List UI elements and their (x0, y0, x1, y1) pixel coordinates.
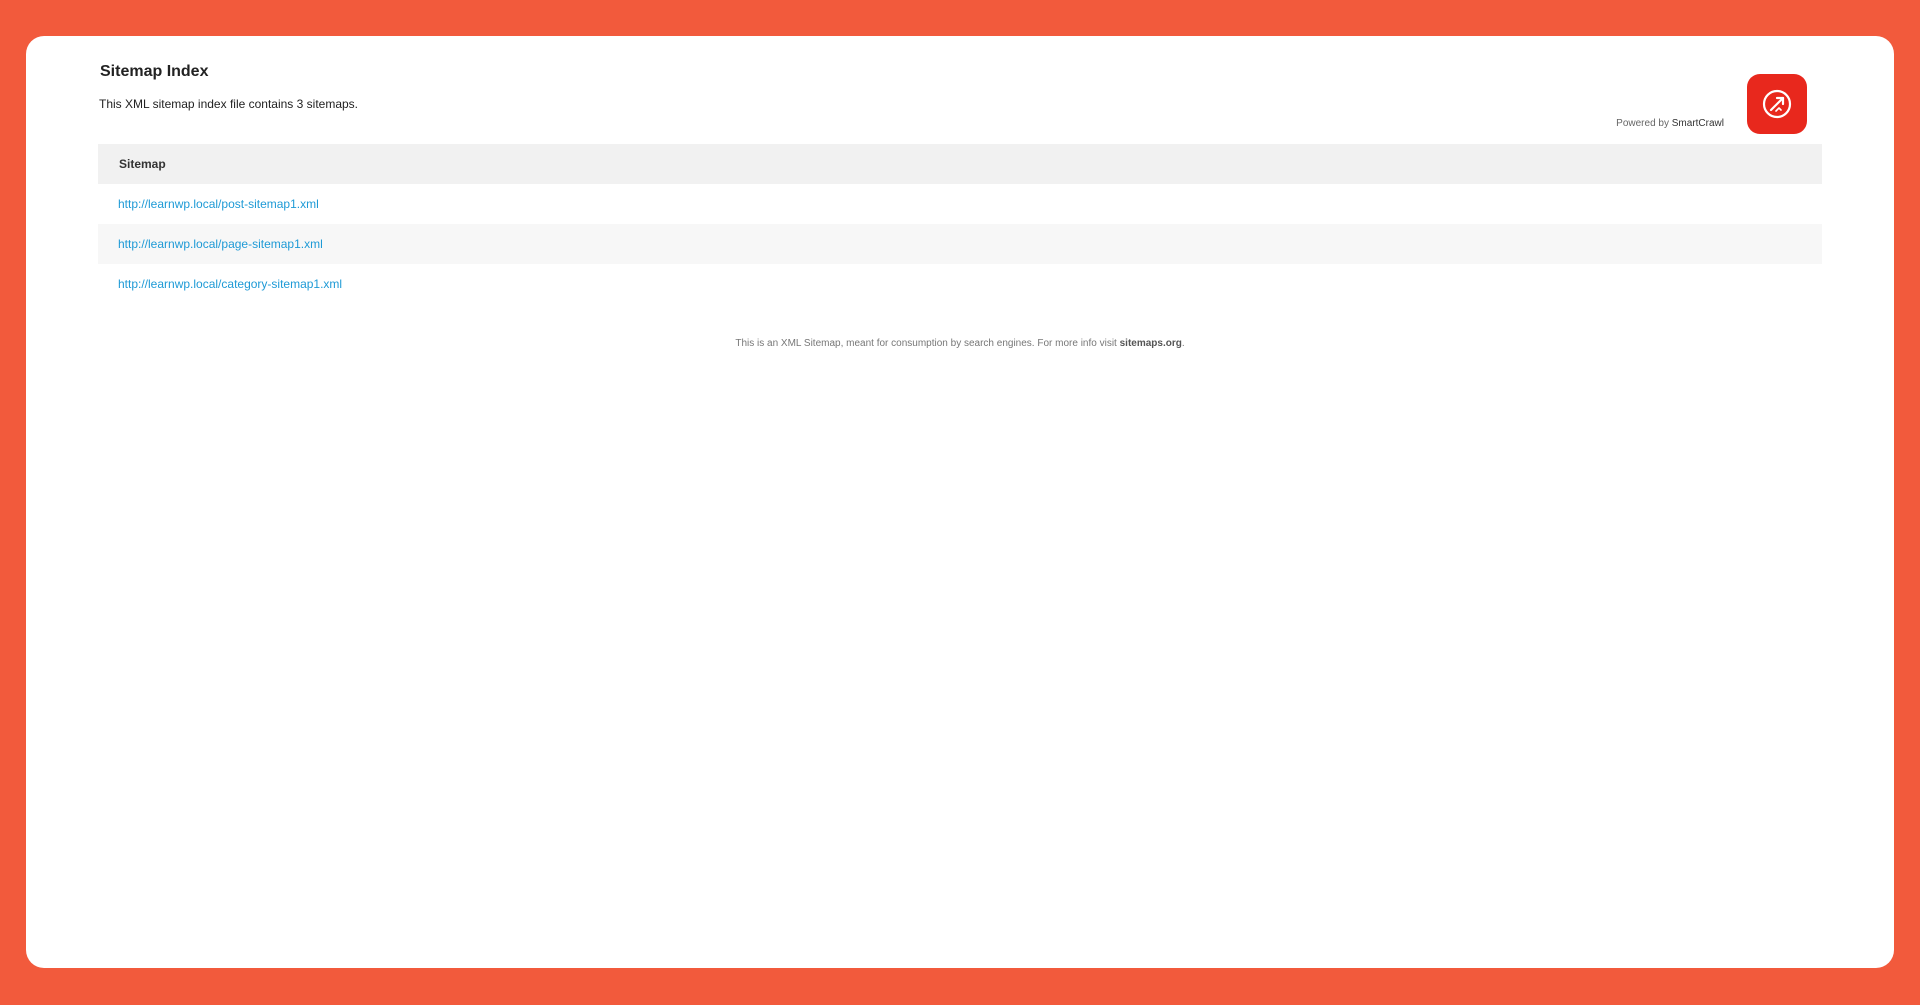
sitemap-link-post[interactable]: http://learnwp.local/post-sitemap1.xml (118, 197, 319, 211)
page-title: Sitemap Index (100, 63, 209, 80)
footer-note: This is an XML Sitemap, meant for consum… (98, 338, 1822, 349)
sitemaps-org-link[interactable]: sitemaps.org (1120, 338, 1182, 349)
sitemap-link-category[interactable]: http://learnwp.local/category-sitemap1.x… (118, 277, 342, 291)
powered-by-label: Powered by (1616, 118, 1672, 129)
table-cell: http://learnwp.local/category-sitemap1.x… (98, 264, 1822, 304)
table-header-row: Sitemap (98, 144, 1822, 184)
table-row: http://learnwp.local/page-sitemap1.xml (98, 224, 1822, 264)
table-row: http://learnwp.local/category-sitemap1.x… (98, 264, 1822, 304)
footer-text: This is an XML Sitemap, meant for consum… (735, 338, 1120, 349)
smartcrawl-logo-icon (1747, 74, 1807, 134)
table-cell: http://learnwp.local/page-sitemap1.xml (98, 224, 1822, 264)
column-header-sitemap: Sitemap (98, 144, 1822, 184)
table-row: http://learnwp.local/post-sitemap1.xml (98, 184, 1822, 224)
sitemap-table: Sitemap http://learnwp.local/post-sitema… (98, 144, 1822, 304)
browser-page: Sitemap Index This XML sitemap index fil… (26, 36, 1894, 968)
sitemap-description: This XML sitemap index file contains 3 s… (99, 97, 359, 111)
powered-by-brand: SmartCrawl (1671, 118, 1724, 129)
sitemap-link-page[interactable]: http://learnwp.local/page-sitemap1.xml (118, 237, 323, 251)
powered-by: Powered by SmartCrawl (1616, 118, 1724, 129)
table-cell: http://learnwp.local/post-sitemap1.xml (98, 184, 1822, 224)
compass-icon (1762, 89, 1792, 119)
footer-suffix: . (1181, 338, 1185, 349)
